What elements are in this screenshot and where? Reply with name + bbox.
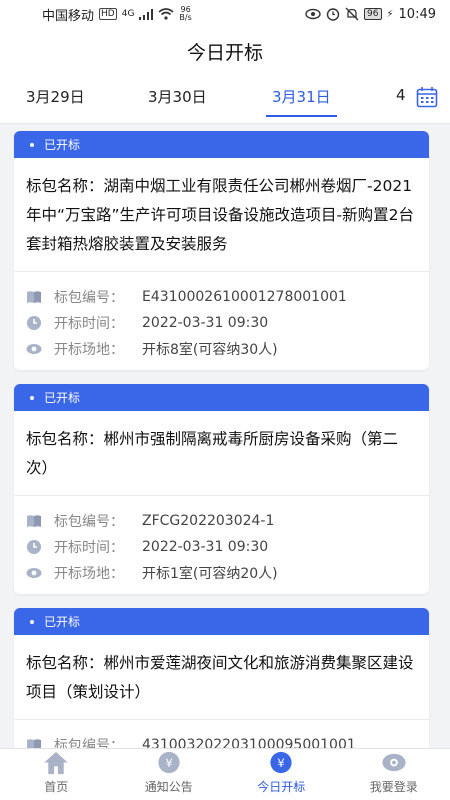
book-icon: [27, 739, 41, 748]
wifi-icon: [158, 8, 174, 20]
carrier-label: 中国移动: [42, 8, 95, 24]
bid-card[interactable]: 已开标 标包名称：郴州市强制隔离戒毒所厨房设备采购（第二次） 标包编号： ZFCG…: [14, 384, 429, 594]
bid-code: ZFCG202203024-1: [142, 513, 275, 529]
bid-name: 标包名称：郴州市强制隔离戒毒所厨房设备采购（第二次）: [14, 411, 429, 496]
bid-meta: 标包编号： 431003202203100095001001: [14, 720, 429, 748]
signal-icon: [139, 8, 154, 20]
network-speed: 96 B/s: [179, 5, 192, 22]
bid-name: 标包名称：湖南中烟工业有限责任公司郴州卷烟厂-2021年中“万宝路”生产许可项目…: [14, 158, 429, 272]
bid-card[interactable]: 已开标 标包名称：湖南中烟工业有限责任公司郴州卷烟厂-2021年中“万宝路”生产…: [14, 131, 429, 370]
yen-coin-active-icon: ¥: [270, 751, 292, 774]
mute-icon: [345, 7, 359, 21]
tab-notices[interactable]: ¥ 通知公告: [113, 749, 226, 800]
tab-home[interactable]: 首页: [0, 749, 113, 800]
date-tab-mar29[interactable]: 3月29日: [26, 86, 85, 107]
eye-icon: [305, 8, 321, 20]
bid-meta: 标包编号： ZFCG202203024-1 开标时间： 2022-03-31 09:…: [14, 496, 429, 594]
yen-coin-icon: ¥: [158, 751, 180, 774]
clock-icon: [27, 540, 41, 554]
view-icon: [26, 568, 42, 578]
bid-time-row: 开标时间： 2022-03-31 09:30: [26, 534, 415, 560]
bid-name: 标包名称：郴州市爱莲湖夜间文化和旅游消费集聚区建设项目（策划设计）: [14, 635, 429, 720]
bid-place: 开标1室(可容纳20人): [142, 566, 278, 582]
view-icon: [26, 344, 42, 354]
svg-text:¥: ¥: [165, 756, 172, 770]
svg-text:¥: ¥: [278, 756, 285, 770]
hd-icon: HD: [99, 8, 117, 20]
bid-time-row: 开标时间： 2022-03-31 09:30: [26, 310, 415, 336]
bottom-tab-bar: 首页 ¥ 通知公告 ¥ 今日开标 我要登录: [0, 748, 450, 800]
battery-icon: 96: [364, 8, 382, 20]
active-tab-indicator: [266, 115, 337, 117]
bid-code: 431003202203100095001001: [142, 737, 356, 748]
bid-code: E4310002610001278001001: [142, 289, 347, 305]
bid-code-row: 标包编号： ZFCG202203024-1: [26, 508, 415, 534]
date-tab-mar31[interactable]: 3月31日: [266, 86, 337, 117]
status-badge: 已开标: [14, 608, 429, 635]
app-header: 今日开标: [0, 28, 450, 74]
calendar-icon[interactable]: [416, 86, 438, 108]
bid-code-row: 标包编号： E4310002610001278001001: [26, 284, 415, 310]
status-badge: 已开标: [14, 131, 429, 158]
bid-time: 2022-03-31 09:30: [142, 315, 269, 331]
book-icon: [27, 291, 41, 303]
page-title: 今日开标: [186, 41, 263, 64]
date-tabs: 3月29日 3月30日 3月31日 4: [0, 74, 450, 124]
bid-place-row: 开标场地： 开标1室(可容纳20人): [26, 560, 415, 586]
status-badge: 已开标: [14, 384, 429, 411]
clock-icon: [27, 316, 41, 330]
bid-meta: 标包编号： E4310002610001278001001 开标时间： 2022-0…: [14, 272, 429, 370]
bid-list[interactable]: 已开标 标包名称：湖南中烟工业有限责任公司郴州卷烟厂-2021年中“万宝路”生产…: [0, 125, 450, 748]
bid-card[interactable]: 已开标 标包名称：郴州市爱莲湖夜间文化和旅游消费集聚区建设项目（策划设计） 标包…: [14, 608, 429, 748]
charging-icon: ⚡: [386, 8, 394, 20]
bid-code-row: 标包编号： 431003202203100095001001: [26, 732, 415, 748]
network-label: 4G: [121, 9, 135, 19]
tab-login[interactable]: 我要登录: [338, 749, 450, 800]
bid-place-row: 开标场地： 开标8室(可容纳30人): [26, 336, 415, 362]
date-tab-mar30[interactable]: 3月30日: [148, 86, 207, 107]
date-tab-apr[interactable]: 4: [396, 86, 406, 104]
book-icon: [27, 515, 41, 527]
home-icon: [44, 751, 68, 775]
clock-time: 10:49: [398, 6, 436, 22]
status-bar: 中国移动 HD 4G 96 B/s 96 ⚡ 10:49: [0, 0, 450, 28]
user-eye-icon: [382, 753, 406, 772]
tab-today-bids[interactable]: ¥ 今日开标: [225, 749, 338, 800]
alarm-icon: [326, 8, 340, 21]
bid-time: 2022-03-31 09:30: [142, 539, 269, 555]
bid-place: 开标8室(可容纳30人): [142, 342, 278, 358]
